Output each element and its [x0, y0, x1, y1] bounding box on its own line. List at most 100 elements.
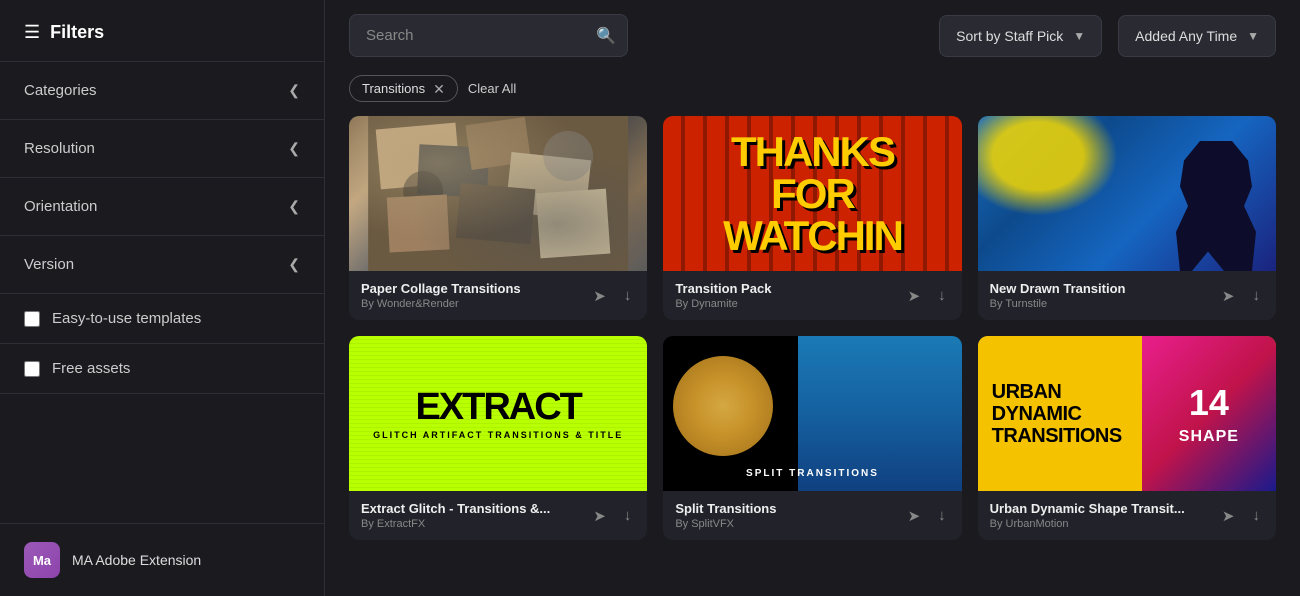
card-text: Transition Pack By Dynamite: [675, 281, 903, 310]
filter-tag-label: Transitions: [362, 81, 425, 96]
clear-all-button[interactable]: Clear All: [468, 81, 516, 96]
version-label: Version: [24, 256, 74, 273]
share-button[interactable]: ➤: [589, 285, 610, 307]
card-thumbnail: [978, 116, 1276, 271]
card-urban-dynamic[interactable]: URBAN DYNAMIC TRANSITIONS 14 SHAPE Urban…: [978, 336, 1276, 540]
card-transition-pack[interactable]: THANKSFORWATCHIN Transition Pack By Dyna…: [663, 116, 961, 320]
download-button[interactable]: ↓: [1249, 505, 1265, 526]
card-text: New Drawn Transition By Turnstile: [990, 281, 1218, 310]
card-title: Urban Dynamic Shape Transit...: [990, 501, 1218, 516]
card-author: By Wonder&Render: [361, 298, 589, 310]
extract-title: EXTRACT: [415, 388, 580, 426]
card-extract-glitch[interactable]: EXTRACT GLITCH ARTIFACT TRANSITIONS & TI…: [349, 336, 647, 540]
card-info: Transition Pack By Dynamite ➤ ↓: [663, 271, 961, 320]
cards-grid: Paper Collage Transitions By Wonder&Rend…: [349, 116, 1276, 540]
card-split-transitions[interactable]: SPLIT TRANSITIONS Split Transitions By S…: [663, 336, 961, 540]
download-button[interactable]: ↓: [934, 505, 950, 526]
urban-left: URBAN DYNAMIC TRANSITIONS: [978, 336, 1142, 491]
card-thumbnail: THANKSFORWATCHIN: [663, 116, 961, 271]
collage-svg: [349, 116, 647, 271]
card-thumbnail: SPLIT TRANSITIONS: [663, 336, 961, 491]
share-button[interactable]: ➤: [1218, 505, 1239, 527]
card-title: Transition Pack: [675, 281, 903, 296]
version-row[interactable]: Version ❮: [24, 236, 300, 293]
card-author: By Turnstile: [990, 298, 1218, 310]
resolution-label: Resolution: [24, 140, 95, 157]
sort-dropdown[interactable]: Sort by Staff Pick ▼: [939, 15, 1102, 57]
card-title: New Drawn Transition: [990, 281, 1218, 296]
avatar: Ma: [24, 542, 60, 578]
card-new-drawn[interactable]: New Drawn Transition By Turnstile ➤ ↓: [978, 116, 1276, 320]
download-button[interactable]: ↓: [620, 505, 636, 526]
chevron-down-icon: ❮: [288, 82, 300, 99]
filter-tags-row: Transitions ✕ Clear All: [325, 71, 1300, 116]
urban-word1: URBAN: [992, 381, 1132, 403]
added-time-label: Added Any Time: [1135, 28, 1237, 44]
sidebar-section-version[interactable]: Version ❮: [0, 236, 324, 294]
easy-use-section[interactable]: Easy-to-use templates: [0, 294, 324, 344]
free-assets-section[interactable]: Free assets: [0, 344, 324, 394]
urban-shape-label: SHAPE: [1179, 428, 1239, 446]
easy-use-checkbox[interactable]: [24, 311, 40, 327]
sidebar-section-orientation[interactable]: Orientation ❮: [0, 178, 324, 236]
free-assets-label[interactable]: Free assets: [52, 360, 130, 377]
card-thumbnail: [349, 116, 647, 271]
orientation-row[interactable]: Orientation ❮: [24, 178, 300, 235]
card-actions: ➤ ↓: [589, 285, 635, 307]
sort-label: Sort by Staff Pick: [956, 28, 1063, 44]
categories-label: Categories: [24, 82, 97, 99]
card-title: Split Transitions: [675, 501, 903, 516]
filter-tag-transitions[interactable]: Transitions ✕: [349, 75, 458, 102]
avatar-initials: Ma: [33, 553, 51, 568]
chevron-down-icon: ❮: [288, 140, 300, 157]
share-button[interactable]: ➤: [589, 505, 610, 527]
chevron-down-icon: ❮: [288, 198, 300, 215]
sidebar-section-resolution[interactable]: Resolution ❮: [0, 120, 324, 178]
card-paper-collage[interactable]: Paper Collage Transitions By Wonder&Rend…: [349, 116, 647, 320]
topbar: 🔍 Sort by Staff Pick ▼ Added Any Time ▼: [325, 0, 1300, 71]
card-actions: ➤ ↓: [1218, 505, 1264, 527]
search-button[interactable]: 🔍: [596, 26, 616, 46]
download-button[interactable]: ↓: [620, 285, 636, 306]
added-time-dropdown[interactable]: Added Any Time ▼: [1118, 15, 1276, 57]
chevron-down-icon: ▼: [1247, 29, 1259, 43]
easy-use-label[interactable]: Easy-to-use templates: [52, 310, 201, 327]
card-actions: ➤ ↓: [589, 505, 635, 527]
share-button[interactable]: ➤: [904, 505, 925, 527]
grid-area: Paper Collage Transitions By Wonder&Rend…: [325, 116, 1300, 596]
download-button[interactable]: ↓: [1249, 285, 1265, 306]
sidebar: ☰ Filters Categories ❮ Resolution ❮ Orie…: [0, 0, 325, 596]
search-wrapper: 🔍: [349, 14, 628, 57]
card-info: Urban Dynamic Shape Transit... By UrbanM…: [978, 491, 1276, 540]
card-text: Split Transitions By SplitVFX: [675, 501, 903, 530]
extract-subtitle: GLITCH ARTIFACT TRANSITIONS & TITLE: [373, 430, 623, 440]
card-actions: ➤ ↓: [1218, 285, 1264, 307]
card-author: By ExtractFX: [361, 518, 589, 530]
download-button[interactable]: ↓: [934, 285, 950, 306]
share-button[interactable]: ➤: [904, 285, 925, 307]
card-actions: ➤ ↓: [904, 505, 950, 527]
search-input[interactable]: [349, 14, 628, 57]
sidebar-header: ☰ Filters: [0, 0, 324, 62]
filter-icon: ☰: [24, 22, 40, 43]
chevron-down-icon: ▼: [1073, 29, 1085, 43]
sidebar-section-categories[interactable]: Categories ❮: [0, 62, 324, 120]
resolution-row[interactable]: Resolution ❮: [24, 120, 300, 177]
chevron-down-icon: ❮: [288, 256, 300, 273]
urban-word2: DYNAMIC: [992, 403, 1132, 425]
categories-row[interactable]: Categories ❮: [24, 62, 300, 119]
close-icon[interactable]: ✕: [433, 82, 445, 96]
ma-extension-row[interactable]: Ma MA Adobe Extension: [0, 523, 324, 596]
silhouette: [1176, 141, 1256, 271]
card-title: Paper Collage Transitions: [361, 281, 589, 296]
card-info: Extract Glitch - Transitions &... By Ext…: [349, 491, 647, 540]
urban-number: 14: [1189, 382, 1229, 424]
orientation-label: Orientation: [24, 198, 97, 215]
card-actions: ➤ ↓: [904, 285, 950, 307]
main-content: 🔍 Sort by Staff Pick ▼ Added Any Time ▼ …: [325, 0, 1300, 596]
sidebar-title: Filters: [50, 22, 104, 43]
card-author: By Dynamite: [675, 298, 903, 310]
share-button[interactable]: ➤: [1218, 285, 1239, 307]
card-text: Extract Glitch - Transitions &... By Ext…: [361, 501, 589, 530]
free-assets-checkbox[interactable]: [24, 361, 40, 377]
